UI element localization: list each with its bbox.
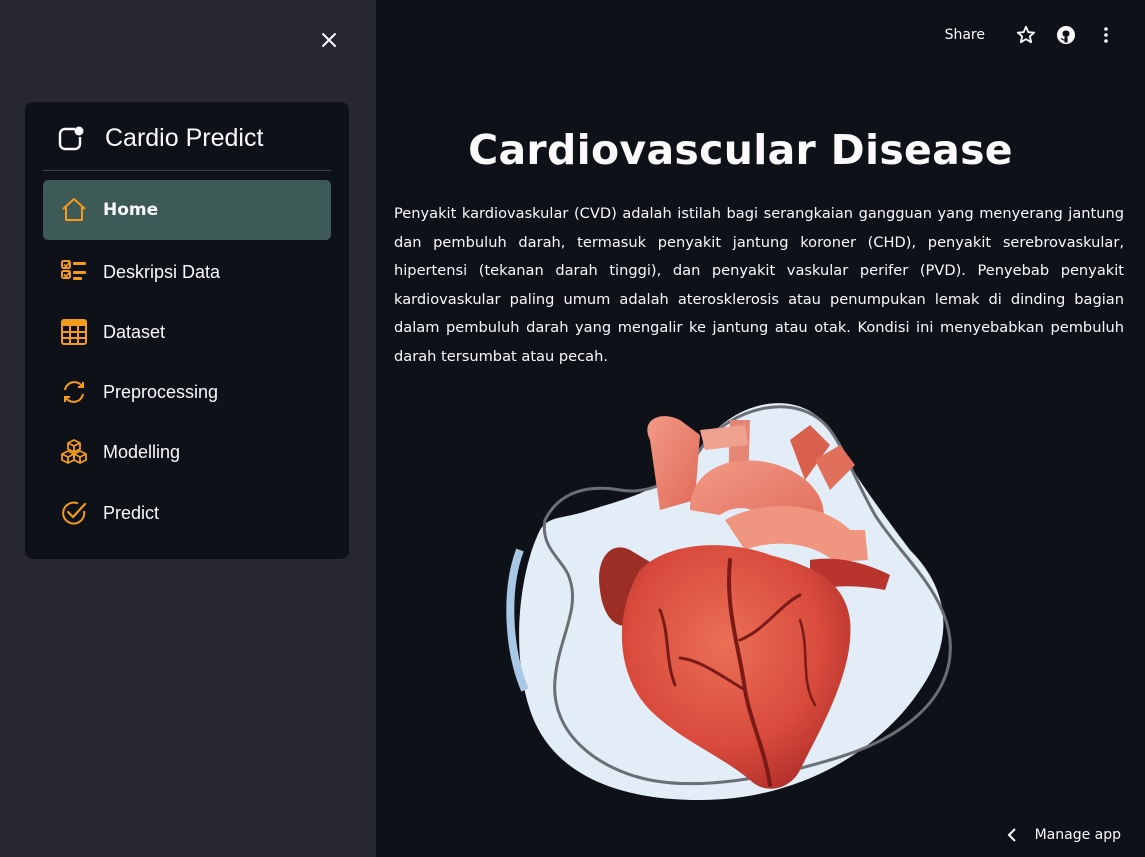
chevron-left-icon — [1007, 828, 1017, 842]
menu-item-home[interactable]: Home — [43, 180, 331, 240]
menu-item-label: Deskripsi Data — [103, 261, 221, 282]
manage-app-button[interactable]: Manage app — [1007, 827, 1121, 843]
navigation-menu: Cardio Predict Home Deskripsi Data Datas… — [25, 102, 349, 559]
refresh-icon — [60, 378, 88, 406]
close-icon — [322, 33, 336, 47]
menu-item-label: Dataset — [103, 321, 166, 342]
menu-item-preprocessing[interactable]: Preprocessing — [43, 362, 331, 422]
menu-item-deskripsi-data[interactable]: Deskripsi Data — [43, 242, 331, 302]
menu-header: Cardio Predict — [57, 124, 263, 153]
menu-item-label: Predict — [103, 502, 160, 523]
header-toolbar: Share — [945, 24, 1117, 46]
heart-illustration — [506, 403, 952, 800]
checklist-icon — [60, 258, 88, 286]
check-circle-icon — [60, 499, 88, 527]
share-button[interactable]: Share — [945, 27, 985, 43]
menu-item-label: Preprocessing — [103, 381, 219, 402]
menu-title: Cardio Predict — [105, 124, 264, 152]
menu-item-label: Home — [103, 200, 159, 220]
manage-app-label: Manage app — [1034, 827, 1121, 843]
page-title: Cardiovascular Disease — [468, 126, 1013, 174]
menu-item-dataset[interactable]: Dataset — [43, 302, 331, 362]
app-icon — [58, 126, 84, 150]
star-icon[interactable] — [1015, 24, 1037, 46]
table-icon — [60, 318, 88, 346]
github-icon[interactable] — [1055, 24, 1077, 46]
menu-item-predict[interactable]: Predict — [43, 483, 331, 543]
boxes-icon — [60, 438, 88, 466]
menu-item-modelling[interactable]: Modelling — [43, 422, 331, 482]
more-vertical-icon[interactable] — [1095, 24, 1117, 46]
menu-divider — [43, 170, 331, 171]
close-sidebar-button[interactable] — [317, 28, 341, 52]
menu-item-label: Modelling — [103, 441, 181, 462]
sidebar: Cardio Predict Home Deskripsi Data Datas… — [0, 0, 376, 857]
description-text: Penyakit kardiovaskular (CVD) adalah ist… — [394, 205, 1124, 365]
house-icon — [60, 196, 88, 224]
